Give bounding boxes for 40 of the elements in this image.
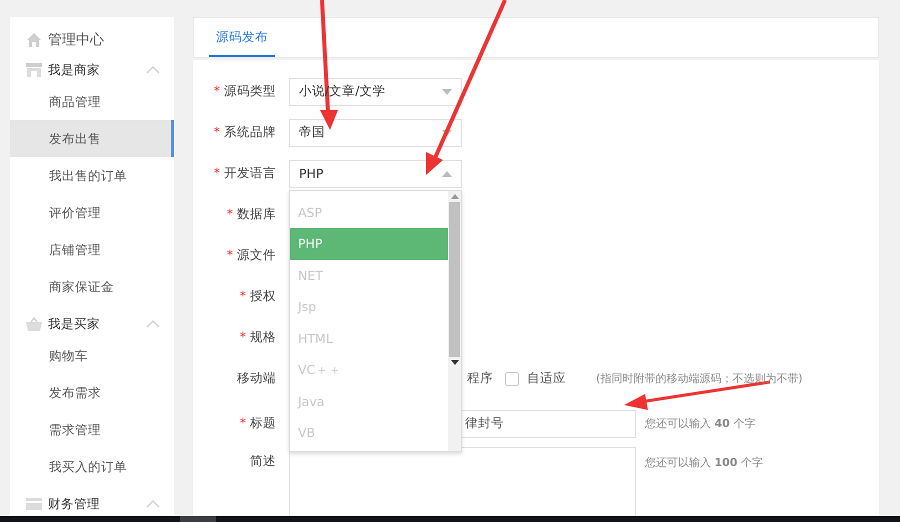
- required-mark: *: [240, 288, 246, 303]
- required-mark: *: [226, 206, 233, 221]
- field-label: 数据库: [237, 206, 276, 221]
- sidebar-item[interactable]: 评价管理: [10, 194, 174, 231]
- checkbox-label[interactable]: 程序: [467, 370, 493, 387]
- required-mark: *: [240, 329, 246, 344]
- required-mark: *: [226, 247, 233, 262]
- sidebar-item[interactable]: 发布出售: [10, 120, 174, 157]
- field-label: 简述: [250, 453, 276, 468]
- field-label: 源码类型: [224, 83, 276, 98]
- required-mark: *: [240, 415, 246, 430]
- field-label: 授权: [250, 288, 276, 303]
- group-heading[interactable]: 我是商家: [48, 62, 146, 78]
- field-label: 源文件: [237, 247, 276, 262]
- field-label: 开发语言: [224, 165, 276, 180]
- field-label: 标题: [250, 415, 276, 430]
- sidebar-item[interactable]: 需求管理: [10, 411, 174, 448]
- required-mark: *: [214, 124, 220, 139]
- required-mark: *: [214, 83, 220, 98]
- group-heading[interactable]: 我是买家: [48, 316, 146, 332]
- hint-text: 您还可以输入 100 个字: [645, 455, 763, 470]
- sidebar-item[interactable]: 商品管理: [10, 83, 174, 120]
- sidebar-title: 管理中心: [48, 31, 104, 49]
- sidebar-item[interactable]: 店铺管理: [10, 231, 174, 268]
- sidebar-item[interactable]: 我出售的订单: [10, 157, 174, 194]
- sidebar-item[interactable]: 发布需求: [10, 374, 174, 411]
- hint-text: (指同时附带的移动端源码；不选则为不带): [596, 371, 803, 386]
- sidebar-item[interactable]: 商家保证金: [10, 268, 174, 305]
- field-label: 移动端: [237, 370, 276, 385]
- title-input[interactable]: 律封号: [462, 410, 636, 438]
- field-label: 系统品牌: [224, 124, 276, 139]
- field-label: 规格: [250, 329, 276, 344]
- hint-text: 您还可以输入 40 个字: [645, 416, 756, 431]
- checkbox-label[interactable]: 自适应: [527, 370, 566, 387]
- tab[interactable]: 源码发布: [209, 18, 275, 57]
- required-mark: *: [214, 165, 220, 180]
- sidebar-item[interactable]: 我买入的订单: [10, 448, 174, 485]
- select-field[interactable]: PHP: [289, 160, 462, 188]
- group-heading[interactable]: 财务管理: [48, 496, 146, 512]
- sidebar-item[interactable]: 购物车: [10, 337, 174, 374]
